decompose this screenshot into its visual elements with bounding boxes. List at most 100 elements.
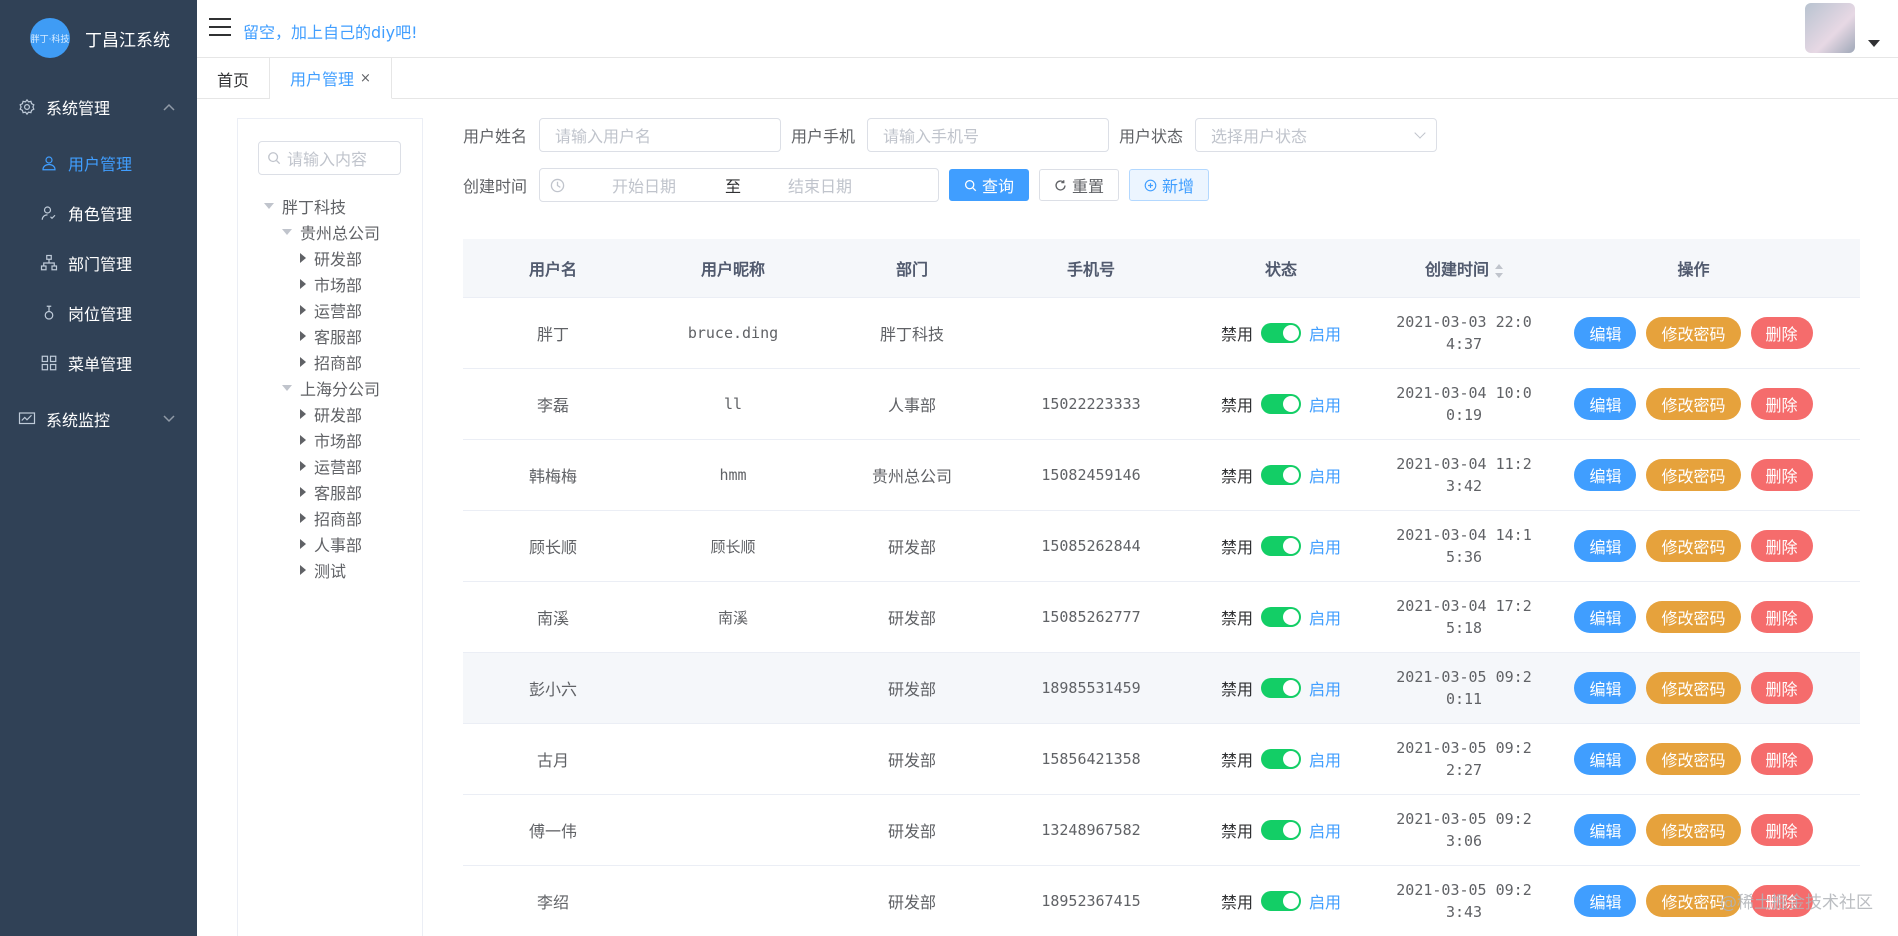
header-created[interactable]: 创建时间 xyxy=(1381,256,1547,280)
tree-node[interactable]: 市场部 xyxy=(264,427,380,453)
caret-right-icon[interactable] xyxy=(300,461,306,471)
reset-button[interactable]: 重置 xyxy=(1039,169,1119,201)
sidebar-item-roles[interactable]: 角色管理 xyxy=(0,188,197,238)
caret-right-icon[interactable] xyxy=(300,539,306,549)
close-icon[interactable]: × xyxy=(360,71,371,86)
tree-node[interactable]: 招商部 xyxy=(264,505,380,531)
caret-right-icon[interactable] xyxy=(300,565,306,575)
caret-right-icon[interactable] xyxy=(300,357,306,367)
phone-input[interactable]: 请输入手机号 xyxy=(867,118,1109,152)
caret-right-icon[interactable] xyxy=(300,305,306,315)
caret-right-icon[interactable] xyxy=(300,487,306,497)
status-switch[interactable] xyxy=(1261,536,1301,556)
hamburger-icon[interactable] xyxy=(209,18,231,36)
delete-button[interactable]: 删除 xyxy=(1750,388,1813,420)
edit-button[interactable]: 编辑 xyxy=(1574,885,1637,917)
tab-user-management[interactable]: 用户管理 × xyxy=(270,58,392,99)
edit-button[interactable]: 编辑 xyxy=(1574,317,1637,349)
caret-down-icon[interactable] xyxy=(282,229,292,235)
change-password-button[interactable]: 修改密码 xyxy=(1646,743,1741,775)
tree-search-input[interactable]: 请输入内容 xyxy=(258,141,401,175)
caret-right-icon[interactable] xyxy=(300,331,306,341)
created-label: 创建时间 xyxy=(463,177,528,196)
status-switch[interactable] xyxy=(1261,820,1301,840)
tree-node[interactable]: 研发部 xyxy=(264,245,380,271)
menu-group-system[interactable]: 系统管理 xyxy=(0,76,197,138)
cell-phone: 15856421358 xyxy=(1041,750,1141,768)
edit-button[interactable]: 编辑 xyxy=(1574,672,1637,704)
add-button[interactable]: 新增 xyxy=(1129,169,1209,201)
sidebar-item-label: 角色管理 xyxy=(68,205,133,224)
delete-button[interactable]: 删除 xyxy=(1750,743,1813,775)
caret-down-icon[interactable] xyxy=(264,203,274,209)
status-select[interactable]: 选择用户状态 xyxy=(1195,118,1437,152)
caret-right-icon[interactable] xyxy=(300,409,306,419)
status-switch[interactable] xyxy=(1261,749,1301,769)
header-created-label: 创建时间 xyxy=(1424,260,1489,279)
tree-node[interactable]: 市场部 xyxy=(264,271,380,297)
end-date-placeholder[interactable]: 结束日期 xyxy=(788,173,852,197)
tree-node[interactable]: 运营部 xyxy=(264,453,380,479)
sidebar-item-posts[interactable]: 岗位管理 xyxy=(0,288,197,338)
cell-created: 2021-03-04 17:25:18 xyxy=(1381,595,1547,639)
tree-node[interactable]: 胖丁科技 xyxy=(264,193,380,219)
change-password-button[interactable]: 修改密码 xyxy=(1646,672,1741,704)
status-switch[interactable] xyxy=(1261,678,1301,698)
date-range-picker[interactable]: 开始日期 至 结束日期 xyxy=(539,168,939,202)
cell-username: 南溪 xyxy=(536,609,569,628)
status-switch[interactable] xyxy=(1261,891,1301,911)
tree-node[interactable]: 招商部 xyxy=(264,349,380,375)
status-switch[interactable] xyxy=(1261,323,1301,343)
status-switch[interactable] xyxy=(1261,394,1301,414)
tree-node[interactable]: 人事部 xyxy=(264,531,380,557)
tree-node[interactable]: 测试 xyxy=(264,557,380,583)
sidebar-item-users[interactable]: 用户管理 xyxy=(0,138,197,188)
menu-group-monitor[interactable]: 系统监控 xyxy=(0,388,197,450)
delete-button[interactable]: 删除 xyxy=(1750,459,1813,491)
change-password-button[interactable]: 修改密码 xyxy=(1646,388,1741,420)
start-date-placeholder[interactable]: 开始日期 xyxy=(612,173,676,197)
sidebar-item-menus[interactable]: 菜单管理 xyxy=(0,338,197,388)
delete-button[interactable]: 删除 xyxy=(1750,601,1813,633)
change-password-button[interactable]: 修改密码 xyxy=(1646,317,1741,349)
avatar[interactable] xyxy=(1805,3,1855,53)
post-icon xyxy=(40,304,58,322)
delete-button[interactable]: 删除 xyxy=(1750,814,1813,846)
delete-button[interactable]: 删除 xyxy=(1750,317,1813,349)
tab-home[interactable]: 首页 xyxy=(197,58,271,99)
status-switch[interactable] xyxy=(1261,607,1301,627)
cell-phone: 15085262844 xyxy=(1041,537,1141,555)
tree-node[interactable]: 客服部 xyxy=(264,323,380,349)
cell-actions: 编辑 修改密码 删除 xyxy=(1547,672,1840,704)
change-password-button[interactable]: 修改密码 xyxy=(1646,601,1741,633)
caret-right-icon[interactable] xyxy=(300,513,306,523)
tree-node[interactable]: 运营部 xyxy=(264,297,380,323)
change-password-button[interactable]: 修改密码 xyxy=(1646,530,1741,562)
edit-button[interactable]: 编辑 xyxy=(1574,814,1637,846)
edit-button[interactable]: 编辑 xyxy=(1574,388,1637,420)
query-button[interactable]: 查询 xyxy=(949,169,1029,201)
caret-right-icon[interactable] xyxy=(300,253,306,263)
tree-node[interactable]: 上海分公司 xyxy=(264,375,380,401)
tree-node-label: 市场部 xyxy=(314,276,363,295)
caret-right-icon[interactable] xyxy=(300,279,306,289)
tree-node[interactable]: 贵州总公司 xyxy=(264,219,380,245)
status-switch[interactable] xyxy=(1261,465,1301,485)
caret-down-icon[interactable] xyxy=(1868,40,1880,47)
tree-node[interactable]: 客服部 xyxy=(264,479,380,505)
edit-button[interactable]: 编辑 xyxy=(1574,459,1637,491)
sidebar-item-departments[interactable]: 部门管理 xyxy=(0,238,197,288)
username-input[interactable]: 请输入用户名 xyxy=(539,118,781,152)
delete-button[interactable]: 删除 xyxy=(1750,672,1813,704)
delete-button[interactable]: 删除 xyxy=(1750,530,1813,562)
edit-button[interactable]: 编辑 xyxy=(1574,530,1637,562)
edit-button[interactable]: 编辑 xyxy=(1574,601,1637,633)
caret-right-icon[interactable] xyxy=(300,435,306,445)
change-password-button[interactable]: 修改密码 xyxy=(1646,814,1741,846)
caret-down-icon[interactable] xyxy=(282,385,292,391)
sort-icon[interactable] xyxy=(1495,263,1503,278)
change-password-button[interactable]: 修改密码 xyxy=(1646,459,1741,491)
header-phone: 手机号 xyxy=(1066,260,1115,279)
tree-node[interactable]: 研发部 xyxy=(264,401,380,427)
edit-button[interactable]: 编辑 xyxy=(1574,743,1637,775)
